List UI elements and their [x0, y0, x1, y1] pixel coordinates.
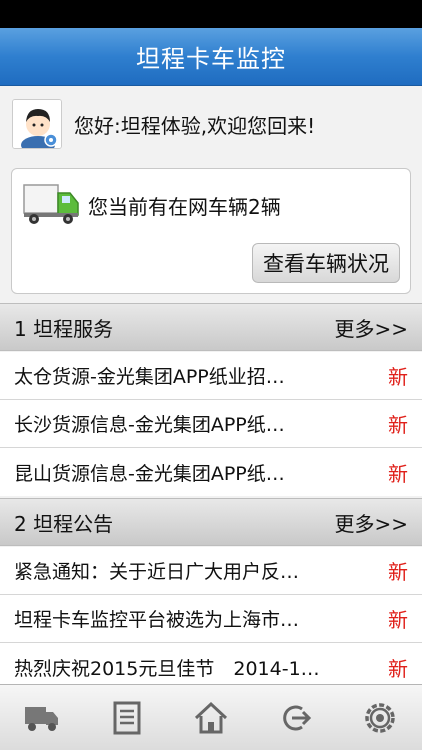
news-title: 太仓货源-金光集团APP纸业招…	[14, 366, 285, 388]
truck-icon	[22, 181, 80, 227]
nav-bar: 坦程卡车监控	[0, 28, 422, 86]
avatar-icon	[12, 99, 62, 149]
list-item[interactable]: 长沙货源信息-金光集团APP纸… 新	[0, 400, 422, 448]
news-title: 紧急通知：关于近日广大用户反…	[14, 561, 300, 583]
document-icon	[113, 701, 141, 734]
check-vehicle-status-button[interactable]: 查看车辆状况	[252, 243, 400, 283]
tab-home[interactable]	[181, 693, 241, 743]
new-badge: 新	[388, 365, 408, 389]
service-news-list: 太仓货源-金光集团APP纸业招… 新 长沙货源信息-金光集团APP纸… 新 昆山…	[0, 352, 422, 496]
new-badge: 新	[388, 608, 408, 632]
list-item[interactable]: 昆山货源信息-金光集团APP纸… 新	[0, 448, 422, 496]
list-item[interactable]: 紧急通知：关于近日广大用户反… 新	[0, 547, 422, 595]
vehicle-card: 您当前有在网车辆2辆 查看车辆状况	[11, 168, 411, 294]
tab-documents[interactable]	[97, 693, 157, 743]
section-header-announcement: 2 坦程公告 更多>>	[0, 498, 422, 546]
greeting-row: 您好:坦程体验,欢迎您回来!	[12, 96, 412, 152]
tab-logout[interactable]	[265, 693, 325, 743]
section-title: 1 坦程服务	[14, 316, 114, 341]
list-item[interactable]: 坦程卡车监控平台被选为上海市… 新	[0, 595, 422, 643]
new-badge: 新	[388, 461, 408, 486]
news-title: 坦程卡车监控平台被选为上海市…	[14, 609, 300, 631]
greeting-text: 您好:坦程体验,欢迎您回来!	[74, 113, 316, 138]
news-title: 热烈庆祝2015元旦佳节 2014-1…	[14, 657, 320, 680]
logout-icon	[283, 705, 312, 730]
tab-vehicles[interactable]	[12, 693, 72, 743]
truck-icon	[25, 706, 59, 731]
tab-settings[interactable]	[350, 693, 410, 743]
news-title: 长沙货源信息-金光集团APP纸…	[14, 414, 285, 436]
home-icon	[194, 701, 227, 733]
new-badge: 新	[388, 413, 408, 437]
section-header-service: 1 坦程服务 更多>>	[0, 303, 422, 351]
more-link[interactable]: 更多>>	[334, 313, 408, 342]
tab-bar	[0, 684, 422, 750]
new-badge: 新	[388, 656, 408, 681]
new-badge: 新	[388, 560, 408, 584]
section-title: 2 坦程公告	[14, 511, 114, 536]
more-link[interactable]: 更多>>	[334, 508, 408, 537]
vehicle-count-text: 您当前有在网车辆2辆	[88, 195, 281, 219]
news-title: 昆山货源信息-金光集团APP纸…	[14, 462, 285, 485]
status-bar	[0, 0, 422, 28]
settings-icon	[365, 702, 395, 733]
page-title: 坦程卡车监控	[136, 45, 286, 73]
list-item[interactable]: 太仓货源-金光集团APP纸业招… 新	[0, 352, 422, 400]
announcement-news-list: 紧急通知：关于近日广大用户反… 新 坦程卡车监控平台被选为上海市… 新 热烈庆祝…	[0, 547, 422, 691]
